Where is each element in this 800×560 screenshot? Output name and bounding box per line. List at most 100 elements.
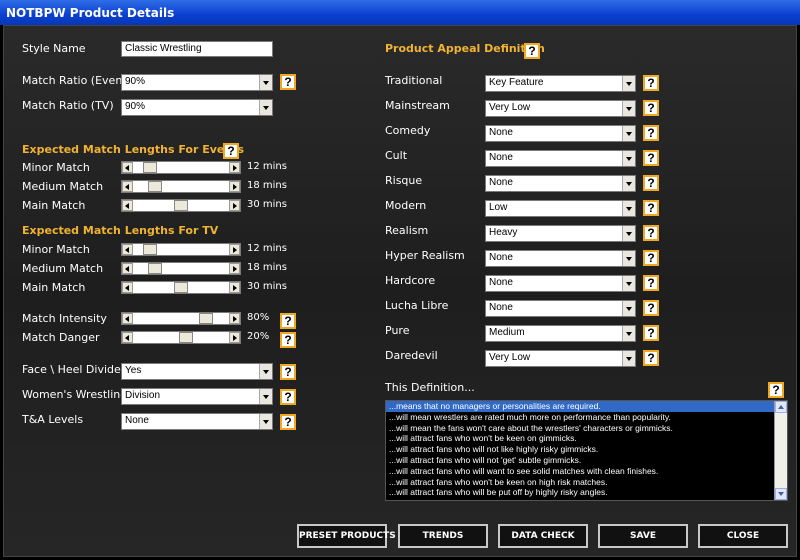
match-danger-slider[interactable]	[121, 331, 241, 344]
appeal-select[interactable]: Key Feature	[485, 75, 636, 92]
scroll-left-icon[interactable]	[122, 162, 133, 173]
appeal-select[interactable]: Low	[485, 200, 636, 217]
chevron-down-icon[interactable]	[259, 414, 272, 429]
chevron-down-icon[interactable]	[259, 75, 272, 90]
appeal-select[interactable]: Very Low	[485, 350, 636, 367]
chevron-down-icon[interactable]	[622, 126, 635, 141]
appeal-select[interactable]: None	[485, 150, 636, 167]
slider-thumb[interactable]	[174, 282, 188, 293]
definition-scrollbar[interactable]	[774, 401, 787, 500]
appeal-select[interactable]: None	[485, 175, 636, 192]
appeal-select[interactable]: None	[485, 250, 636, 267]
appeal-select[interactable]: Very Low	[485, 100, 636, 117]
help-icon[interactable]: ?	[643, 250, 659, 266]
help-icon[interactable]: ?	[280, 389, 296, 405]
chevron-down-icon[interactable]	[622, 101, 635, 116]
chevron-down-icon[interactable]	[622, 276, 635, 291]
help-icon[interactable]: ?	[280, 332, 296, 348]
slider-thumb[interactable]	[178, 332, 193, 343]
slider-thumb[interactable]	[198, 313, 213, 324]
help-icon[interactable]: ?	[280, 414, 296, 430]
match-length-slider[interactable]	[121, 281, 241, 294]
save-button[interactable]: SAVE	[598, 524, 688, 548]
help-icon[interactable]: ?	[643, 275, 659, 291]
chevron-down-icon[interactable]	[622, 151, 635, 166]
chevron-down-icon[interactable]	[622, 226, 635, 241]
help-icon[interactable]: ?	[643, 200, 659, 216]
scroll-left-icon[interactable]	[122, 332, 133, 343]
definition-line[interactable]: ...will mean wrestlers are rated much mo…	[386, 412, 774, 423]
definition-line[interactable]: ...will attract fans who won't be keen o…	[386, 433, 774, 444]
match-length-slider[interactable]	[121, 243, 241, 256]
match-ratio-event-select[interactable]: 90%	[121, 74, 273, 91]
match-length-slider[interactable]	[121, 180, 241, 193]
help-icon[interactable]: ?	[643, 300, 659, 316]
appeal-select[interactable]: None	[485, 275, 636, 292]
scroll-right-icon[interactable]	[229, 263, 240, 274]
definition-line[interactable]: ...will attract fans who will be put off…	[386, 487, 774, 498]
help-icon[interactable]: ?	[643, 325, 659, 341]
preset-products-button[interactable]: PRESET PRODUCTS	[297, 524, 396, 548]
appeal-select[interactable]: None	[485, 300, 636, 317]
appeal-select[interactable]: Medium	[485, 325, 636, 342]
scroll-right-icon[interactable]	[229, 200, 240, 211]
definition-line[interactable]: ...means that no managers or personaliti…	[386, 401, 774, 412]
help-icon[interactable]: ?	[280, 364, 296, 380]
match-length-slider[interactable]	[121, 199, 241, 212]
trends-button[interactable]: TRENDS	[398, 524, 488, 548]
scroll-right-icon[interactable]	[229, 332, 240, 343]
help-icon[interactable]: ?	[223, 143, 239, 159]
scroll-left-icon[interactable]	[122, 263, 133, 274]
definition-line[interactable]: ...will mean the fans won't care about t…	[386, 423, 774, 434]
scroll-right-icon[interactable]	[229, 162, 240, 173]
definition-line[interactable]: ...will attract fans who will want to se…	[386, 466, 774, 477]
scroll-down-icon[interactable]	[775, 488, 787, 500]
chevron-down-icon[interactable]	[622, 201, 635, 216]
definition-line[interactable]: ...will attract fans who will not 'get' …	[386, 455, 774, 466]
help-icon[interactable]: ?	[280, 74, 296, 90]
scroll-right-icon[interactable]	[229, 313, 240, 324]
chevron-down-icon[interactable]	[622, 351, 635, 366]
help-icon[interactable]: ?	[643, 75, 659, 91]
chevron-down-icon[interactable]	[259, 364, 272, 379]
scroll-right-icon[interactable]	[229, 181, 240, 192]
match-ratio-tv-select[interactable]: 90%	[121, 99, 273, 116]
help-icon[interactable]: ?	[524, 43, 540, 59]
scroll-right-icon[interactable]	[229, 282, 240, 293]
chevron-down-icon[interactable]	[259, 100, 272, 115]
definition-list[interactable]: ...means that no managers or personaliti…	[385, 400, 788, 501]
help-icon[interactable]: ?	[643, 125, 659, 141]
scroll-left-icon[interactable]	[122, 200, 133, 211]
chevron-down-icon[interactable]	[622, 251, 635, 266]
scroll-right-icon[interactable]	[229, 244, 240, 255]
chevron-down-icon[interactable]	[622, 301, 635, 316]
chevron-down-icon[interactable]	[259, 389, 272, 404]
chevron-down-icon[interactable]	[622, 176, 635, 191]
appeal-select[interactable]: Heavy	[485, 225, 636, 242]
scroll-left-icon[interactable]	[122, 282, 133, 293]
help-icon[interactable]: ?	[280, 313, 296, 329]
face-heel-select[interactable]: Yes	[121, 363, 273, 380]
appeal-select[interactable]: None	[485, 125, 636, 142]
help-icon[interactable]: ?	[643, 350, 659, 366]
scroll-left-icon[interactable]	[122, 181, 133, 192]
match-intensity-slider[interactable]	[121, 312, 241, 325]
slider-thumb[interactable]	[142, 162, 157, 173]
definition-line[interactable]: ...will attract fans who won't be keen o…	[386, 477, 774, 488]
data-check-button[interactable]: DATA CHECK	[498, 524, 588, 548]
help-icon[interactable]: ?	[643, 100, 659, 116]
slider-thumb[interactable]	[174, 200, 188, 211]
help-icon[interactable]: ?	[643, 150, 659, 166]
chevron-down-icon[interactable]	[622, 326, 635, 341]
chevron-down-icon[interactable]	[622, 76, 635, 91]
match-length-slider[interactable]	[121, 262, 241, 275]
ta-levels-select[interactable]: None	[121, 413, 273, 430]
womens-wrestling-select[interactable]: Division	[121, 388, 273, 405]
scroll-left-icon[interactable]	[122, 244, 133, 255]
slider-thumb[interactable]	[147, 263, 162, 274]
scroll-up-icon[interactable]	[775, 401, 787, 413]
slider-thumb[interactable]	[147, 181, 162, 192]
help-icon[interactable]: ?	[643, 225, 659, 241]
help-icon[interactable]: ?	[768, 382, 784, 398]
style-name-input[interactable]: Classic Wrestling	[121, 41, 273, 57]
